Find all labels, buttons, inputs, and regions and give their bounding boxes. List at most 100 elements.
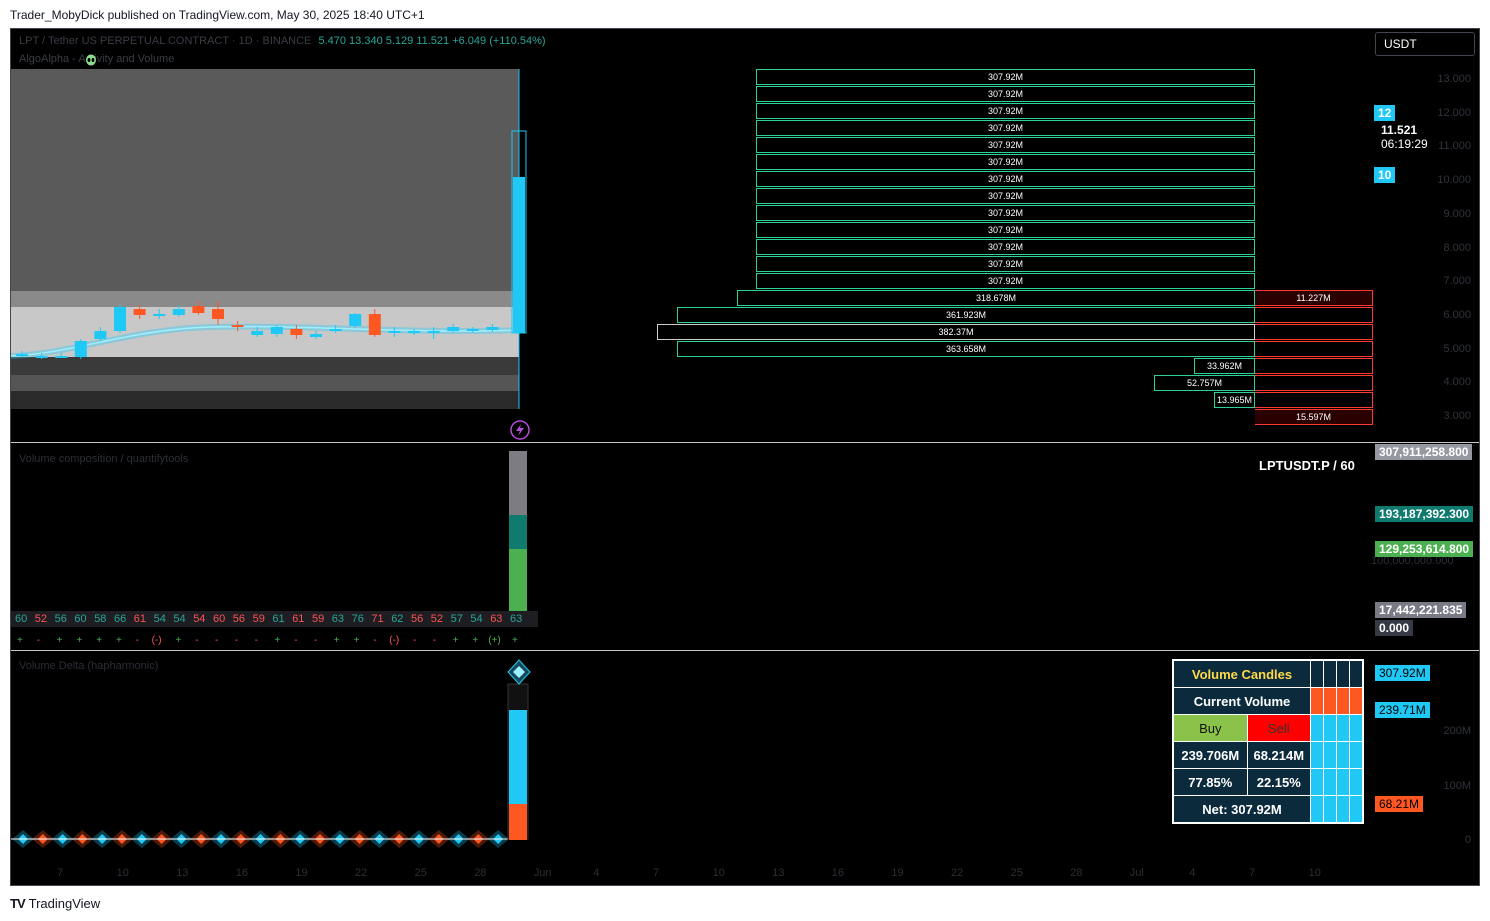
volume-profile-sell-row xyxy=(1255,358,1373,374)
volume-delta-plot[interactable] xyxy=(11,654,541,854)
price-tick: 8.000 xyxy=(1443,241,1471,254)
score-signal: + xyxy=(96,635,103,646)
symbol-legend[interactable]: LPT / Tether US PERPETUAL CONTRACT · 1D … xyxy=(19,35,546,47)
score-signal: + xyxy=(333,635,340,646)
time-tick: 25 xyxy=(1010,867,1023,879)
time-tick: Jul xyxy=(1129,867,1144,879)
current-price-label: 11.521 xyxy=(1381,123,1418,137)
symbol-label: LPTUSDT.P / 60 xyxy=(1259,458,1355,473)
score-signal: - xyxy=(254,635,258,646)
volume-profile-buy-row: 307.92M xyxy=(756,273,1255,289)
volume-profile-sell-row xyxy=(1255,392,1373,408)
candle-body xyxy=(133,309,146,315)
candle-body xyxy=(310,334,322,337)
candle-body xyxy=(329,329,342,331)
vc-buy-volume: 239.706M xyxy=(1172,741,1248,769)
score-signal: + xyxy=(116,635,122,646)
candle-body xyxy=(368,314,381,335)
activity-zone-lower xyxy=(11,375,519,391)
volume-profile-buy-row: 361.923M xyxy=(677,307,1255,323)
pane-separator[interactable] xyxy=(11,442,1479,443)
score-signal: + xyxy=(175,635,182,646)
score-signal: + xyxy=(274,635,281,646)
score-number: 76 xyxy=(351,613,364,625)
volume-profile-buy-row: 307.92M xyxy=(756,103,1255,119)
delta-buy-bar xyxy=(509,710,527,804)
bar-countdown: 06:19:29 xyxy=(1381,137,1428,151)
delta-tag-sell: 68.21M xyxy=(1375,796,1424,812)
volume-profile-buy-row: 307.92M xyxy=(756,69,1255,85)
candle-body xyxy=(172,309,185,315)
tradingview-logo[interactable]: TV TradingView xyxy=(10,896,100,911)
time-tick: 13 xyxy=(772,867,785,879)
score-signal: (-) xyxy=(151,635,162,646)
price-tick: 9.000 xyxy=(1443,207,1471,220)
vc-title: Volume Candles xyxy=(1172,659,1311,688)
volume-profile-buy-row: 307.92M xyxy=(756,222,1255,238)
candle-body xyxy=(408,331,420,333)
score-number: 61 xyxy=(133,613,147,625)
score-number: 63 xyxy=(490,613,503,625)
candle-body xyxy=(212,309,224,319)
symbol-name: LPT / Tether US PERPETUAL CONTRACT · 1D … xyxy=(19,35,312,47)
lightning-icon[interactable] xyxy=(509,419,531,441)
candle-body xyxy=(486,327,499,330)
volume-profile-buy-row: 52.757M xyxy=(1154,375,1255,391)
score-signal: + xyxy=(76,635,83,646)
delta-tag-buy: 239.71M xyxy=(1375,702,1430,718)
currency-selector[interactable]: USDT xyxy=(1375,32,1475,56)
score-number: 58 xyxy=(94,613,107,625)
volume-profile-sell-row: 11.227M xyxy=(1255,290,1373,306)
time-tick: Jun xyxy=(533,867,552,879)
candle-body xyxy=(290,329,303,335)
candle-body xyxy=(55,356,68,358)
pane-separator[interactable] xyxy=(11,650,1479,651)
price-tick: 11.000 xyxy=(1438,140,1471,153)
tradingview-logo-text: TradingView xyxy=(28,896,101,911)
candle-body xyxy=(192,306,205,313)
pane2-title[interactable]: Volume composition / quantifytools xyxy=(19,453,188,465)
pane2-tag-zero: 0.000 xyxy=(1375,620,1414,636)
price-tick: 3.000 xyxy=(1443,410,1471,422)
price-tick: 12.000 xyxy=(1437,106,1471,119)
pane2-tag-teal: 193,187,392.300 xyxy=(1375,506,1474,522)
delta-sell-bar xyxy=(509,804,527,840)
score-signal: + xyxy=(56,635,63,646)
vc-current: Current Volume xyxy=(1172,687,1311,715)
price-tick: 4.000 xyxy=(1443,376,1471,389)
score-number: 56 xyxy=(54,613,67,625)
pane2-tag-total: 307,911,258.800 xyxy=(1375,444,1473,460)
volume-profile-buy-row: 382.37M xyxy=(657,324,1255,340)
score-number: 63 xyxy=(331,613,345,625)
candle-body xyxy=(251,331,264,335)
score-signal: - xyxy=(413,635,417,646)
volume-profile-buy-row: 307.92M xyxy=(756,256,1255,272)
volume-profile-buy-row: 13.965M xyxy=(1214,392,1255,408)
volume-profile-buy-row: 307.92M xyxy=(756,171,1255,187)
time-tick: 10 xyxy=(116,867,129,879)
chart-frame[interactable]: LPT / Tether US PERPETUAL CONTRACT · 1D … xyxy=(10,28,1480,886)
score-number: 56 xyxy=(232,613,246,625)
composition-bar-gray xyxy=(509,451,527,515)
volume-profile-buy-row: 307.92M xyxy=(756,137,1255,153)
price-tick: 5.000 xyxy=(1443,342,1471,355)
score-number: 63 xyxy=(510,613,523,625)
score-signal: + xyxy=(452,635,459,646)
price-tag-12: 12 xyxy=(1374,105,1396,121)
score-number: 54 xyxy=(153,613,166,625)
time-tick: 25 xyxy=(414,867,427,879)
volume-profile-sell-row xyxy=(1255,341,1373,357)
price-candles-area[interactable] xyxy=(11,69,531,409)
volume-profile-buy-row: 307.92M xyxy=(756,188,1255,204)
time-tick: 4 xyxy=(1189,867,1196,879)
score-signal: - xyxy=(36,635,41,646)
activity-zone-top xyxy=(11,69,519,291)
candle-body xyxy=(114,307,126,331)
time-tick: 28 xyxy=(1070,867,1083,879)
score-signal: (-) xyxy=(389,635,400,646)
alien-icon xyxy=(86,54,96,66)
score-signal: - xyxy=(215,635,219,646)
publisher-bar: Trader_MobyDick published on TradingView… xyxy=(0,0,1490,28)
candle-body xyxy=(427,331,440,333)
volume-profile-buy-row: 363.658M xyxy=(677,341,1255,357)
